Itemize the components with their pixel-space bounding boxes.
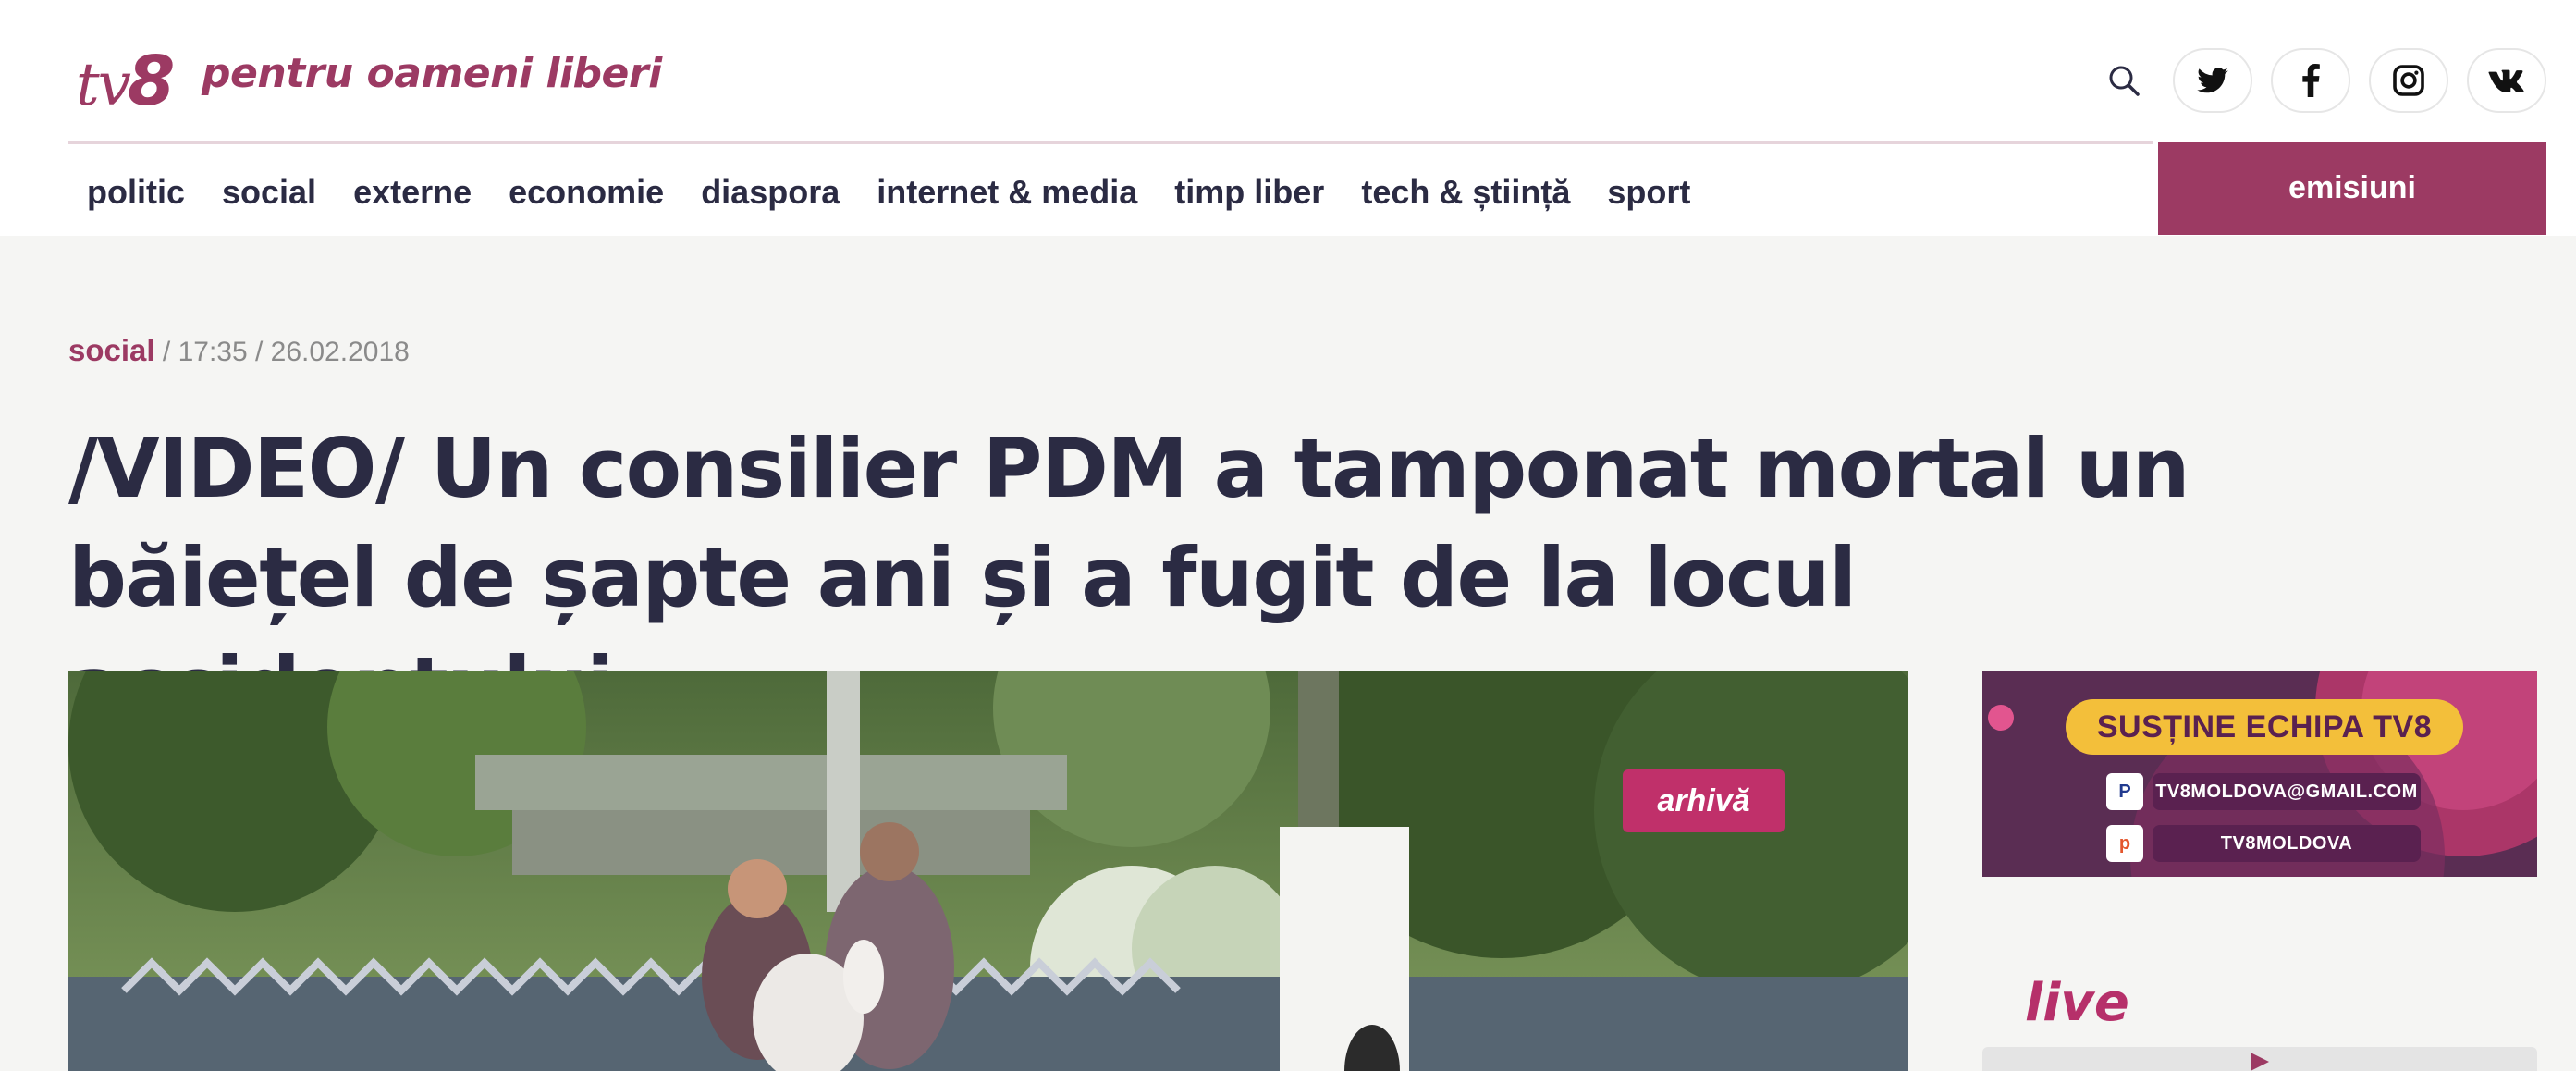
archive-badge: arhivă <box>1623 769 1785 832</box>
header-divider <box>68 141 2153 144</box>
article-video[interactable] <box>68 671 1908 1071</box>
banner-email: TV8MOLDOVA@GMAIL.COM <box>2153 773 2421 810</box>
instagram-icon[interactable] <box>2369 48 2448 113</box>
meta-separator: / <box>162 337 178 367</box>
nav-item-social[interactable]: social <box>203 173 335 212</box>
article-time: 17:35 <box>178 337 248 367</box>
search-icon[interactable] <box>2101 53 2147 108</box>
banner-title: SUSȚINE ECHIPA TV8 <box>2066 699 2463 755</box>
patreon-icon: p <box>2106 825 2143 862</box>
article-meta: social / 17:35 / 26.02.2018 <box>68 333 410 368</box>
live-player[interactable] <box>1982 1047 2537 1071</box>
paypal-icon: P <box>2106 773 2143 810</box>
nav-item-diaspora[interactable]: diaspora <box>682 173 858 212</box>
article-category-link[interactable]: social <box>68 333 155 367</box>
article-date: 26.02.2018 <box>270 337 410 367</box>
nav-item-economie[interactable]: economie <box>490 173 682 212</box>
video-frame-image <box>68 671 1908 1071</box>
nav-item-internet-media[interactable]: internet & media <box>858 173 1156 212</box>
nav-item-tech-stiinta[interactable]: tech & știință <box>1343 173 1589 212</box>
emisiuni-button[interactable]: emisiuni <box>2158 142 2546 235</box>
site-header: tv 8 pentru oameni liberi politic social … <box>0 0 2576 236</box>
facebook-icon[interactable] <box>2271 48 2350 113</box>
live-label: live <box>2025 973 2129 1033</box>
banner-patreon: TV8MOLDOVA <box>2153 825 2421 862</box>
site-slogan: pentru oameni liberi <box>202 50 662 97</box>
support-banner[interactable]: SUSȚINE ECHIPA TV8 P TV8MOLDOVA@GMAIL.CO… <box>1982 671 2537 877</box>
nav-item-externe[interactable]: externe <box>335 173 490 212</box>
tv8-logo[interactable]: tv 8 <box>76 42 176 121</box>
nav-item-timp-liber[interactable]: timp liber <box>1156 173 1343 212</box>
header-actions <box>2101 48 2546 113</box>
vk-icon[interactable] <box>2467 48 2546 113</box>
main-nav: politic social externe economie diaspora… <box>68 148 1709 236</box>
logo-tv-text: tv <box>76 51 131 119</box>
twitter-icon[interactable] <box>2173 48 2252 113</box>
nav-item-politic[interactable]: politic <box>68 173 203 212</box>
logo-8-text: 8 <box>127 42 176 121</box>
meta-separator: / <box>255 337 271 367</box>
nav-item-sport[interactable]: sport <box>1589 173 1709 212</box>
play-icon <box>2251 1053 2269 1071</box>
